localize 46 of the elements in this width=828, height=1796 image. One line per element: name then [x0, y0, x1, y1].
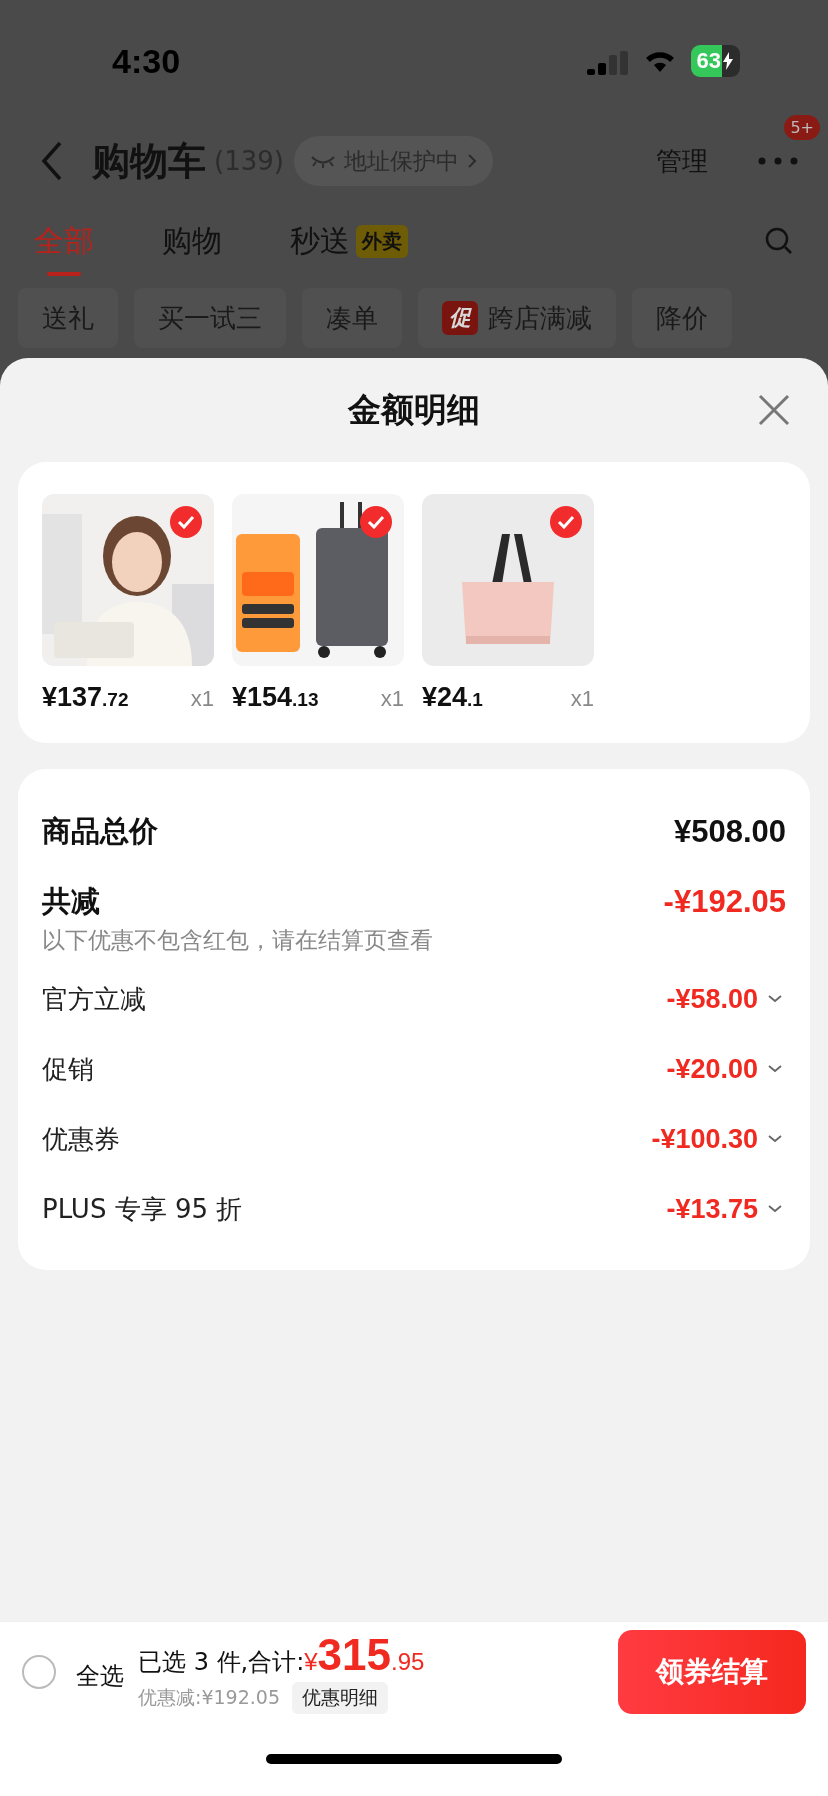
product-quantity: x1 [190, 686, 214, 712]
total-value: ¥508.00 [673, 814, 786, 850]
battery-icon: 63 [690, 45, 740, 77]
back-icon[interactable] [40, 141, 64, 181]
discount-label: 官方立减 [42, 982, 146, 1016]
reduction-label: 共减 [42, 883, 100, 920]
chevron-right-icon [466, 153, 477, 169]
discount-label: 优惠券 [42, 1122, 120, 1156]
status-time: 4:30 [112, 41, 181, 81]
selected-summary: 已选 3 件,合计: [138, 1647, 305, 1678]
select-all-label: 全选 [76, 1661, 124, 1692]
select-all-radio[interactable] [22, 1655, 56, 1689]
page-title: 购物车 [92, 137, 206, 185]
total-label: 商品总价 [42, 813, 158, 850]
discount-detail-button[interactable]: 优惠明细 [292, 1682, 388, 1714]
discount-label: PLUS 专享 95 折 [42, 1192, 243, 1226]
product-price: ¥154.13 [232, 682, 319, 713]
more-icon[interactable] [758, 157, 798, 165]
tab-tag: 外卖 [356, 224, 408, 258]
chevron-down-icon[interactable] [768, 1205, 782, 1213]
notification-badge: 5+ [784, 115, 820, 140]
product-price: ¥137.72 [42, 682, 129, 713]
discount-value: -¥58.00 [666, 983, 758, 1015]
discount-value: -¥13.75 [666, 1193, 758, 1225]
reduction-value: -¥192.05 [663, 884, 786, 920]
chevron-down-icon[interactable] [768, 1135, 782, 1143]
sheet-title: 金额明细 [348, 388, 480, 431]
total-amount: ¥315.95 [304, 1630, 425, 1680]
eye-closed-icon [309, 154, 336, 168]
category-tab[interactable]: 全部 [34, 206, 94, 276]
category-tab[interactable]: 购物 [162, 206, 222, 276]
product-price: ¥24.1 [422, 682, 483, 713]
promo-tag: 促 [442, 301, 478, 335]
manage-button[interactable]: 管理 [656, 143, 708, 179]
saving-text: 优惠减:¥192.05 [138, 1685, 280, 1710]
checkout-button[interactable]: 领券结算 [618, 1630, 806, 1714]
chevron-down-icon[interactable] [768, 995, 782, 1003]
product-quantity: x1 [380, 686, 404, 712]
reduction-note: 以下优惠不包含红包，请在结算页查看 [42, 926, 434, 955]
search-icon[interactable] [764, 226, 794, 256]
discount-value: -¥100.30 [651, 1123, 758, 1155]
discount-label: 促销 [42, 1052, 94, 1086]
product-quantity: x1 [570, 686, 594, 712]
chevron-down-icon[interactable] [768, 1065, 782, 1073]
discount-value: -¥20.00 [666, 1053, 758, 1085]
category-tab[interactable]: 秒送 外卖 [290, 206, 408, 276]
